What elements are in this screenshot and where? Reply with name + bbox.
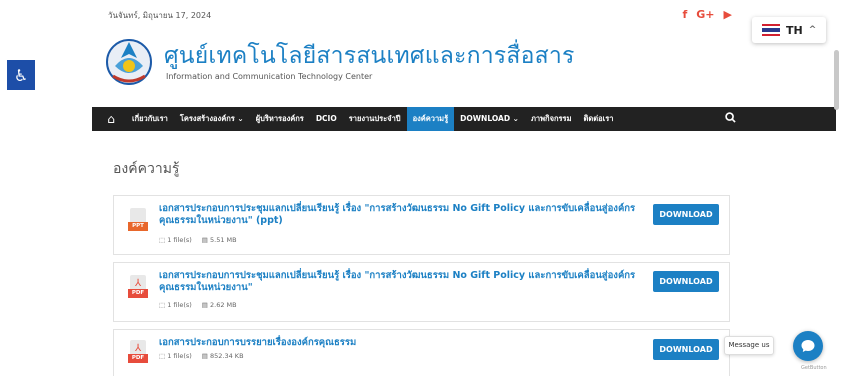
nav-annual-report[interactable]: รายงานประจำปี xyxy=(343,107,407,131)
document-item: ⅄ PDF เอกสารประกอบการประชุมแลกเปลี่ยนเรี… xyxy=(113,262,730,322)
document-meta: ⬚ 1 file(s) ▤ 5.51 MB xyxy=(159,236,237,244)
google-plus-icon[interactable]: G+ xyxy=(696,8,714,21)
nav-gallery[interactable]: ภาพกิจกรรม xyxy=(525,107,578,131)
thai-flag-icon xyxy=(762,24,780,36)
getbutton-credit: GetButton xyxy=(801,365,827,371)
file-size: ▤ 5.51 MB xyxy=(201,236,237,244)
site-title: ศูนย์เทคโนโลยีสารสนเทศและการสื่อสาร xyxy=(164,43,575,69)
site-logo[interactable] xyxy=(105,36,153,86)
file-size: ▤ 2.62 MB xyxy=(201,301,237,309)
file-size: ▤ 852.34 KB xyxy=(201,352,244,360)
message-us-tooltip[interactable]: Message us xyxy=(724,336,774,355)
pdf-file-icon: ⅄ PDF xyxy=(128,340,148,366)
language-code: TH xyxy=(786,23,803,37)
document-meta: ⬚ 1 file(s) ▤ 2.62 MB xyxy=(159,301,237,309)
document-title[interactable]: เอกสารประกอบการประชุมแลกเปลี่ยนเรียนรู้ … xyxy=(159,270,644,294)
site-header: ศูนย์เทคโนโลยีสารสนเทศและการสื่อสาร Info… xyxy=(100,32,760,100)
document-title[interactable]: เอกสารประกอบการประชุมแลกเปลี่ยนเรียนรู้ … xyxy=(159,203,644,227)
current-date: วันจันทร์, มิถุนายน 17, 2024 xyxy=(108,11,212,20)
search-icon[interactable] xyxy=(725,112,736,126)
nav-download[interactable]: DOWNLOAD ⌄ xyxy=(454,107,525,131)
chat-icon xyxy=(801,340,815,352)
nav-structure[interactable]: โครงสร้างองค์กร ⌄ xyxy=(174,107,250,131)
document-item: PPT เอกสารประกอบการประชุมแลกเปลี่ยนเรียน… xyxy=(113,195,730,255)
site-subtitle: Information and Communication Technology… xyxy=(166,72,373,81)
file-count: ⬚ 1 file(s) xyxy=(159,301,192,309)
scrollbar[interactable] xyxy=(834,50,839,110)
page: วันจันทร์, มิถุนายน 17, 2024 f G+ ▶ TH ^… xyxy=(0,0,841,376)
nav-contact[interactable]: ติดต่อเรา xyxy=(578,107,620,131)
language-switcher[interactable]: TH ^ xyxy=(752,17,826,43)
home-icon[interactable]: ⌂ xyxy=(96,112,126,126)
nav-executives[interactable]: ผู้บริหารองค์กร xyxy=(250,107,310,131)
pdf-file-icon: ⅄ PDF xyxy=(128,275,148,301)
file-count: ⬚ 1 file(s) xyxy=(159,236,192,244)
document-title[interactable]: เอกสารประกอบการบรรยายเรื่ององค์กรคุณธรรม xyxy=(159,337,644,349)
accessibility-button[interactable]: ♿ xyxy=(7,60,35,90)
ppt-file-icon: PPT xyxy=(128,208,148,234)
nav-about[interactable]: เกี่ยวกับเรา xyxy=(126,107,174,131)
download-button[interactable]: DOWNLOAD xyxy=(653,339,719,360)
facebook-icon[interactable]: f xyxy=(682,8,687,21)
youtube-icon[interactable]: ▶ xyxy=(724,8,732,21)
download-button[interactable]: DOWNLOAD xyxy=(653,204,719,225)
social-links: f G+ ▶ xyxy=(682,8,732,21)
document-item: ⅄ PDF เอกสารประกอบการบรรยายเรื่ององค์กรค… xyxy=(113,329,730,376)
download-button[interactable]: DOWNLOAD xyxy=(653,271,719,292)
page-title: องค์ความรู้ xyxy=(113,161,180,177)
nav-knowledge[interactable]: องค์ความรู้ xyxy=(406,107,455,131)
accessibility-icon: ♿ xyxy=(13,65,29,85)
main-nav: ⌂ เกี่ยวกับเรา โครงสร้างองค์กร ⌄ ผู้บริห… xyxy=(92,107,836,131)
file-count: ⬚ 1 file(s) xyxy=(159,352,192,360)
chevron-up-icon: ^ xyxy=(808,25,817,35)
top-bar: วันจันทร์, มิถุนายน 17, 2024 f G+ ▶ xyxy=(100,7,752,27)
document-meta: ⬚ 1 file(s) ▤ 852.34 KB xyxy=(159,352,244,360)
chat-button[interactable] xyxy=(793,331,823,361)
nav-dcio[interactable]: DCIO xyxy=(310,107,343,131)
